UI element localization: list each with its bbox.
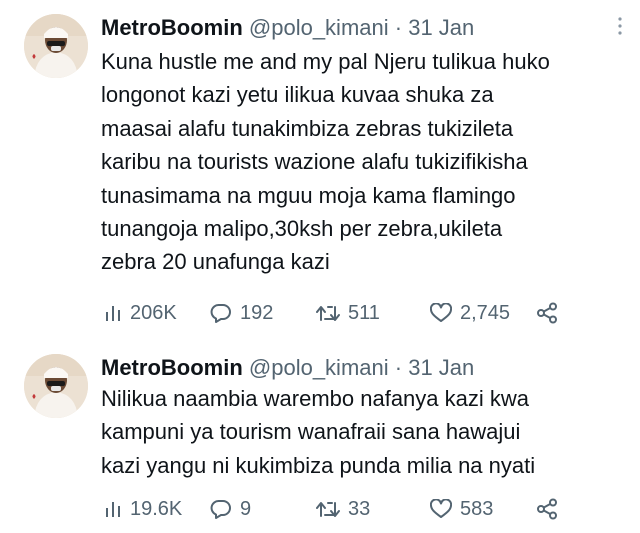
share-icon[interactable] — [536, 302, 558, 324]
tweet-text: Kuna hustle me and my pal Njeru tulikua … — [101, 45, 621, 279]
action-bar: 206K 192 511 2,745 — [104, 300, 564, 326]
avatar[interactable] — [24, 354, 88, 418]
like-count: 583 — [460, 498, 494, 520]
retweet-button[interactable]: 511 — [316, 300, 380, 326]
tweet-text-line: Nilikua naambia warembo nafanya kazi kwa — [101, 386, 529, 411]
views-button[interactable]: 19.6K — [104, 496, 182, 522]
views-icon — [106, 306, 120, 321]
tweet-text-line: zebra 20 unafunga kazi — [101, 249, 330, 275]
tweet-text-line: tunasimama na mguu moja kama flamingo — [101, 182, 516, 208]
like-icon — [430, 303, 452, 322]
tweet[interactable]: MetroBoomin @polo_kimani · 31 Jan Kuna h… — [0, 0, 640, 340]
tweet-date[interactable]: 31 Jan — [408, 355, 474, 380]
tweet-text: Nilikua naambia warembo nafanya kazi kwa… — [101, 382, 621, 482]
retweet-count: 33 — [348, 498, 371, 520]
views-button[interactable]: 206K — [104, 300, 177, 326]
reply-icon — [210, 500, 231, 519]
tweet-header: MetroBoomin @polo_kimani · 31 Jan — [101, 354, 474, 382]
reply-count: 9 — [240, 498, 252, 520]
retweet-count: 511 — [348, 302, 380, 324]
tweet-text-line: maasai alafu tunakimbiza zebras tukizile… — [101, 115, 514, 141]
user-handle[interactable]: @polo_kimani — [249, 15, 389, 40]
reply-button[interactable]: 192 — [210, 300, 273, 326]
like-icon — [430, 499, 452, 518]
tweet-header: MetroBoomin @polo_kimani · 31 Jan — [101, 14, 474, 42]
action-bar: 19.6K 9 33 583 — [104, 496, 564, 522]
tweet-text-line: karibu na tourists wazione alafu tukizif… — [101, 149, 528, 175]
more-icon[interactable] — [616, 16, 624, 36]
reply-count: 192 — [240, 302, 274, 324]
views-count: 206K — [130, 302, 177, 324]
tweet-date[interactable]: 31 Jan — [408, 15, 474, 40]
display-name[interactable]: MetroBoomin — [101, 15, 243, 40]
views-icon — [106, 502, 120, 517]
like-button[interactable]: 583 — [430, 496, 493, 522]
separator-dot: · — [394, 355, 403, 380]
user-handle[interactable]: @polo_kimani — [249, 355, 389, 380]
tweet-text-line: longonot kazi yetu ilikua kuvaa shuka za — [101, 82, 494, 108]
avatar[interactable] — [24, 14, 88, 78]
views-count: 19.6K — [130, 498, 183, 520]
share-icon[interactable] — [536, 498, 558, 520]
reply-icon — [210, 304, 231, 323]
separator-dot: · — [394, 15, 403, 40]
like-count: 2,745 — [460, 302, 511, 324]
avatar-image — [24, 14, 88, 78]
tweet-text-line: tunangoja malipo,30ksh per zebra,ukileta — [101, 216, 503, 242]
tweet-text-line: kazi yangu ni kukimbiza punda milia na n… — [101, 452, 536, 478]
tweet-text-line: kampuni ya tourism wanafraii sana hawaju… — [101, 419, 521, 445]
retweet-icon — [316, 306, 340, 321]
reply-button[interactable]: 9 — [210, 496, 251, 522]
tweet[interactable]: MetroBoomin @polo_kimani · 31 Jan Niliku… — [0, 340, 640, 533]
avatar-image — [24, 354, 88, 418]
display-name[interactable]: MetroBoomin — [101, 355, 243, 380]
like-button[interactable]: 2,745 — [430, 300, 510, 326]
tweet-text-line: Kuna hustle me and my pal Njeru tulikua … — [101, 49, 550, 74]
retweet-button[interactable]: 33 — [316, 496, 370, 522]
retweet-icon — [316, 502, 340, 517]
